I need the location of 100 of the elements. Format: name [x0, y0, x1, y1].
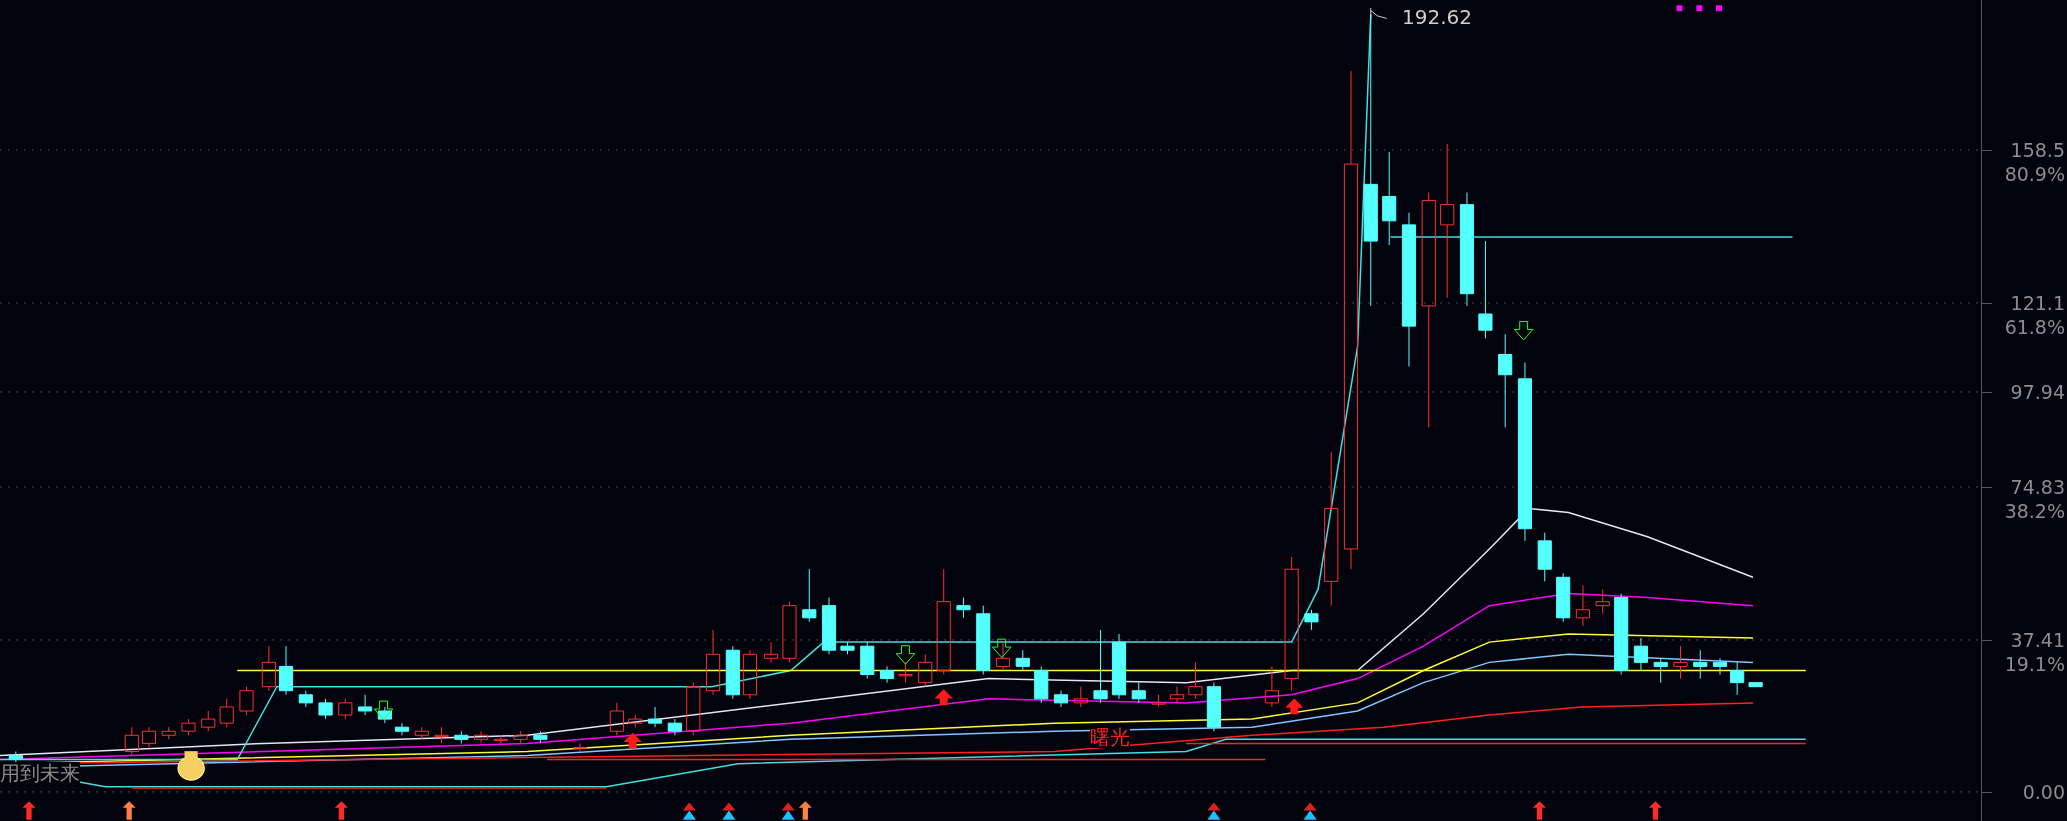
flag-icon — [1370, 7, 1388, 19]
dots-icon — [1676, 5, 1722, 12]
candlestick — [976, 605, 991, 676]
price-axis-label: 0.00 — [2022, 780, 2065, 804]
candlestick — [572, 742, 587, 752]
candlestick — [181, 718, 196, 736]
candlestick — [358, 694, 373, 716]
candlestick — [1264, 665, 1279, 708]
candlestick — [782, 601, 797, 663]
candlestick — [219, 698, 234, 728]
candlestick — [434, 726, 449, 744]
candlestick — [1188, 661, 1203, 700]
candlestick — [956, 597, 971, 619]
candlestick — [141, 726, 157, 748]
candlestick — [493, 734, 508, 744]
candlestick — [474, 730, 489, 744]
down-arrow-icon — [373, 700, 394, 721]
down-arrow-icon — [895, 645, 916, 665]
candlestick — [278, 645, 294, 696]
candlestick — [1653, 657, 1668, 684]
up-arrow-icon — [1532, 801, 1547, 820]
candlestick — [1730, 661, 1745, 696]
percent-axis-label: 38.2% — [2004, 499, 2065, 523]
candlestick — [1151, 694, 1166, 708]
peak-price-label: 192.62 — [1402, 5, 1472, 29]
chart-annotation: 用到未来 — [0, 762, 80, 784]
candlestick — [1304, 609, 1319, 631]
candlestick — [1034, 665, 1049, 704]
price-axis-label: 121.1 — [2010, 291, 2065, 315]
candlestick — [725, 645, 740, 700]
candlestick — [533, 730, 548, 744]
marker-icon — [1207, 802, 1221, 820]
up-arrow-icon — [334, 801, 348, 820]
candlestick — [995, 641, 1011, 671]
down-arrow-icon — [992, 638, 1012, 659]
candlestick — [8, 751, 23, 765]
candlestick — [628, 714, 643, 728]
candlestick — [1169, 686, 1185, 704]
candlestick — [414, 726, 429, 740]
candlestick — [338, 698, 353, 720]
price-axis-label: 37.41 — [2010, 628, 2065, 652]
candlestick — [802, 568, 817, 623]
candlestick — [742, 649, 758, 700]
candlestick — [705, 629, 721, 696]
candlestick — [1633, 637, 1649, 671]
chart-annotation: 曙光 — [1090, 726, 1130, 748]
price-axis-label: 97.94 — [2010, 380, 2065, 404]
price-axis-label: 158.5 — [2010, 138, 2065, 162]
candlestick — [1595, 588, 1610, 615]
candlestick — [318, 698, 333, 720]
candlestick — [821, 597, 837, 655]
marker-icon — [722, 802, 736, 820]
candlestick — [860, 641, 875, 680]
candlestick — [377, 706, 392, 724]
up-arrow-icon — [22, 801, 36, 820]
up-arrow-icon — [798, 801, 812, 820]
candlestick — [1673, 645, 1688, 680]
candlestick — [261, 645, 276, 692]
candlestick — [513, 730, 528, 744]
candlestick — [124, 726, 139, 757]
candlestick — [840, 641, 855, 655]
candlestick — [201, 710, 216, 732]
price-axis-label: 74.83 — [2010, 475, 2065, 499]
candlestick — [161, 726, 176, 740]
candlestick — [239, 686, 254, 716]
candlestick — [686, 682, 701, 736]
candlestick — [898, 661, 913, 684]
candlestick — [1206, 682, 1221, 732]
candlestick — [1748, 682, 1763, 688]
candlestick — [1712, 657, 1728, 676]
candlestick — [1693, 649, 1708, 680]
up-arrow-icon — [1648, 801, 1663, 820]
candlestick — [1131, 682, 1146, 704]
candlestick — [454, 730, 469, 744]
candlestick — [609, 702, 624, 736]
up-arrow-icon — [122, 801, 136, 820]
up-arrow-icon — [623, 732, 642, 749]
candlestick — [879, 665, 895, 684]
candlestick — [918, 653, 933, 688]
up-arrow-icon — [1285, 698, 1304, 715]
candlestick — [1053, 690, 1069, 708]
percent-axis-label: 61.8% — [2004, 315, 2065, 339]
candlestick — [1111, 633, 1127, 700]
percent-axis-label: 80.9% — [2004, 162, 2065, 186]
percent-axis-label: 19.1% — [2004, 652, 2065, 676]
candlestick — [1015, 649, 1030, 671]
candlestick — [1575, 584, 1591, 627]
down-arrow-icon — [1513, 321, 1534, 341]
marker-icon — [682, 802, 696, 820]
money-bag-icon — [177, 751, 205, 781]
candlestick — [647, 706, 663, 728]
marker-icon — [781, 802, 795, 820]
candlestick — [1537, 532, 1552, 582]
candlestick — [1073, 686, 1088, 708]
candlestick — [394, 722, 410, 736]
candlestick — [763, 641, 779, 663]
candlestick — [298, 690, 313, 708]
candlestick — [667, 718, 682, 736]
candlestick — [1556, 572, 1571, 623]
marker-icon — [1303, 802, 1317, 820]
